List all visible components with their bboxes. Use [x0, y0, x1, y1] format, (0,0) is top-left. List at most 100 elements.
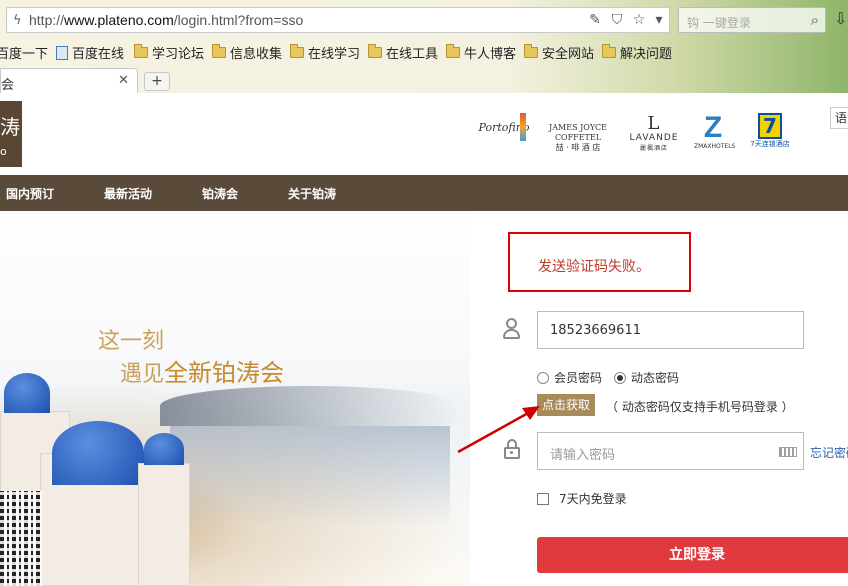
bookmark-label: 解决问题: [620, 47, 673, 62]
hero-title-emphasis: 全新铂涛会: [164, 359, 285, 387]
nav-item-domestic-booking[interactable]: 国内预订: [6, 185, 54, 202]
search-icon[interactable]: ⌕: [811, 11, 819, 29]
url-text[interactable]: http://www.plateno.com/login.html?from=s…: [29, 12, 303, 28]
browser-search[interactable]: 钩 一键登录 ⌕: [678, 7, 826, 33]
brand-sub-cn: 麗楓酒店: [639, 145, 668, 152]
folder-icon: [602, 44, 616, 58]
remember-checkbox[interactable]: [537, 492, 549, 505]
hero-title-line1: 这一刻: [98, 329, 165, 354]
radio-label-member: 会员密码: [554, 371, 603, 385]
radio-dynamic-password[interactable]: [614, 371, 627, 384]
bookmark-label: 学习论坛: [152, 47, 205, 62]
bookmark-label: 百度在线: [72, 47, 125, 62]
tab-title: 会: [1, 78, 15, 93]
brand-name: JAMES JOYCE: [549, 123, 607, 132]
forgot-password-link[interactable]: 忘记密码: [810, 444, 848, 461]
nav-item-about[interactable]: 关于铂涛: [288, 185, 336, 202]
blue-dome: [52, 421, 144, 485]
bookmark-item[interactable]: 百度一下: [0, 43, 48, 62]
blue-dome: [144, 433, 184, 465]
login-button[interactable]: 立即登录: [537, 537, 848, 573]
brand-7days[interactable]: 7 7天连锁酒店: [750, 113, 790, 149]
hero-banner: 这一刻 遇见全新铂涛会: [0, 211, 470, 586]
brand-color-bar: [520, 113, 526, 141]
bookmarks-bar: 百度一下 百度在线 学习论坛 信息收集 在线学习 在线工具 牛人博客 安全网站 …: [0, 40, 848, 62]
phone-input[interactable]: 18523669611: [537, 311, 804, 349]
lock-icon: [504, 439, 520, 459]
brand-zmax[interactable]: Z ZMAXHOTELS: [694, 111, 736, 151]
browser-chrome: ϟ http://www.plateno.com/login.html?from…: [0, 0, 848, 93]
bookmark-item[interactable]: 在线工具: [368, 43, 438, 62]
bookmark-item[interactable]: 在线学习: [290, 43, 360, 62]
main-nav: 国内预订 最新活动 铂涛会 关于铂涛: [0, 175, 848, 211]
language-button[interactable]: 语: [830, 107, 848, 129]
error-annotation-box: 发送验证码失败。: [508, 232, 691, 292]
folder-icon: [212, 44, 226, 58]
brand-lavande[interactable]: L LAVANDE 麗楓酒店: [626, 113, 682, 153]
site-header: 涛 o Portofino JAMES JOYCE COFFETEL 喆 · 啡…: [0, 93, 848, 175]
folder-icon: [368, 44, 382, 58]
search-placeholder: 钩 一键登录: [687, 16, 751, 30]
bookmark-item[interactable]: 牛人博客: [446, 43, 516, 62]
brand-name: ZMAXHOTELS: [694, 143, 736, 150]
brand-mark: Z: [703, 111, 723, 144]
new-tab-button[interactable]: +: [144, 72, 170, 91]
close-icon[interactable]: ✕: [118, 73, 129, 88]
lightning-icon: ϟ: [13, 13, 22, 28]
folder-icon: [134, 44, 148, 58]
church-tower: [138, 463, 190, 586]
radio-label-dynamic: 动态密码: [631, 371, 680, 385]
logo-text: 涛: [0, 115, 20, 139]
bookmark-item[interactable]: 信息收集: [212, 43, 282, 62]
password-type-group: 会员密码 动态密码: [537, 369, 679, 386]
page-icon: [56, 45, 68, 60]
remember-me: 7天内免登录: [537, 490, 627, 507]
user-icon: [502, 318, 520, 340]
blue-dome: [4, 373, 50, 413]
chevron-down-icon[interactable]: ▾: [651, 12, 667, 28]
tab-bar: 会 ✕ +: [0, 68, 848, 93]
bookmark-item[interactable]: 安全网站: [524, 43, 594, 62]
hero-title-line2: 遇见全新铂涛会: [120, 353, 284, 388]
brand-mark: L: [647, 113, 661, 134]
shield-icon[interactable]: ⛉: [609, 12, 625, 28]
nav-item-latest-events[interactable]: 最新活动: [104, 185, 152, 202]
address-bar[interactable]: ϟ http://www.plateno.com/login.html?from…: [6, 7, 670, 33]
brand-portofino[interactable]: Portofino: [478, 113, 530, 141]
folder-icon: [524, 44, 538, 58]
password-input[interactable]: 请输入密码: [537, 432, 804, 470]
qr-code: [0, 491, 42, 586]
hero-title-prefix: 遇见: [120, 362, 165, 387]
folder-icon: [290, 44, 304, 58]
keyboard-icon[interactable]: [779, 447, 797, 457]
bookmark-item[interactable]: 学习论坛: [134, 43, 204, 62]
site-logo[interactable]: 涛 o: [0, 101, 22, 167]
radio-member-password[interactable]: [537, 371, 549, 384]
hero-water: [170, 426, 450, 526]
download-icon[interactable]: ⇩: [834, 9, 847, 28]
brand-mark: 7: [758, 113, 782, 139]
brand-james-joyce[interactable]: JAMES JOYCE COFFETEL 喆 · 啡 酒 店: [546, 123, 610, 153]
error-message: 发送验证码失败。: [538, 259, 650, 275]
bookmark-item[interactable]: 解决问题: [602, 43, 672, 62]
bookmark-label: 百度一下: [0, 47, 49, 62]
dynamic-password-hint: （ 动态密码仅支持手机号码登录 ）: [606, 400, 794, 414]
brand-sub: COFFETEL: [554, 133, 602, 142]
extension-icon[interactable]: ✎: [587, 12, 603, 28]
hero-cliff: [160, 386, 460, 426]
bookmark-item[interactable]: 百度在线: [56, 43, 124, 62]
nav-item-plateno-club[interactable]: 铂涛会: [202, 185, 238, 202]
bookmark-label: 信息收集: [230, 47, 283, 62]
browser-tab[interactable]: 会 ✕: [0, 68, 138, 93]
folder-icon: [446, 44, 460, 58]
brand-sub-cn: 喆 · 啡 酒 店: [555, 143, 601, 152]
remember-label: 7天内免登录: [559, 492, 627, 506]
brand-name: 7天连锁酒店: [750, 140, 790, 148]
get-code-button[interactable]: 点击获取: [537, 394, 595, 416]
bookmark-label: 牛人博客: [464, 47, 517, 62]
password-placeholder: 请输入密码: [550, 448, 616, 463]
star-icon[interactable]: ☆: [631, 12, 647, 28]
brand-name: LAVANDE: [629, 133, 679, 143]
logo-subtext: o: [0, 145, 7, 158]
login-panel: 发送验证码失败。 18523669611 会员密码 动态密码 点击获取 （ 动态…: [470, 211, 848, 586]
